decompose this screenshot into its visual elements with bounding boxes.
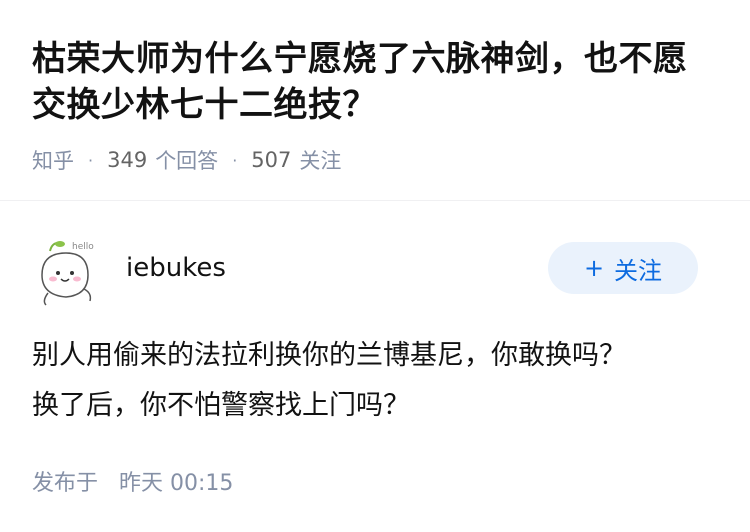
follow-count-label[interactable]: 关注 bbox=[299, 145, 341, 175]
question-meta: 知乎 · 349 个回答 · 507 关注 bbox=[32, 145, 341, 175]
avatar-greeting: hello bbox=[72, 242, 94, 252]
author-row: hello iebukes + 关注 bbox=[32, 237, 718, 307]
separator-dot: · bbox=[88, 150, 94, 170]
follow-button-label: 关注 bbox=[614, 256, 663, 285]
source-label[interactable]: 知乎 bbox=[32, 145, 74, 175]
posted-time-value: 昨天 00:15 bbox=[119, 471, 234, 496]
answer-content[interactable]: 别人用偷来的法拉利换你的兰博基尼，你敢换吗？ 换了后，你不怕警察找上门吗？ bbox=[32, 331, 722, 431]
follow-button[interactable]: + 关注 bbox=[548, 242, 698, 294]
avatar[interactable]: hello bbox=[32, 237, 98, 307]
answer-count-label[interactable]: 个回答 bbox=[155, 145, 218, 175]
posted-label: 发布于 bbox=[32, 471, 99, 496]
answer-paragraph: 别人用偷来的法拉利换你的兰博基尼，你敢换吗？ bbox=[32, 340, 626, 371]
answer-card: hello iebukes + 关注 别人用偷来的法拉利换你的兰博基尼，你敢换吗… bbox=[0, 201, 750, 532]
author-name[interactable]: iebukes bbox=[126, 253, 226, 283]
answer-count: 349 bbox=[107, 148, 148, 172]
follow-count: 507 bbox=[251, 148, 292, 172]
answer-paragraph: 换了后，你不怕警察找上门吗？ bbox=[32, 390, 410, 421]
separator-dot: · bbox=[232, 150, 238, 170]
avatar-icon: hello bbox=[41, 241, 94, 306]
question-title[interactable]: 枯荣大师为什么宁愿烧了六脉神剑，也不愿交换少林七十二绝技？ bbox=[32, 36, 718, 128]
question-header: 枯荣大师为什么宁愿烧了六脉神剑，也不愿交换少林七十二绝技？ 知乎 · 349 个… bbox=[0, 0, 750, 200]
posted-time: 发布于 昨天 00:15 bbox=[32, 465, 233, 497]
plus-icon: + bbox=[583, 254, 605, 282]
